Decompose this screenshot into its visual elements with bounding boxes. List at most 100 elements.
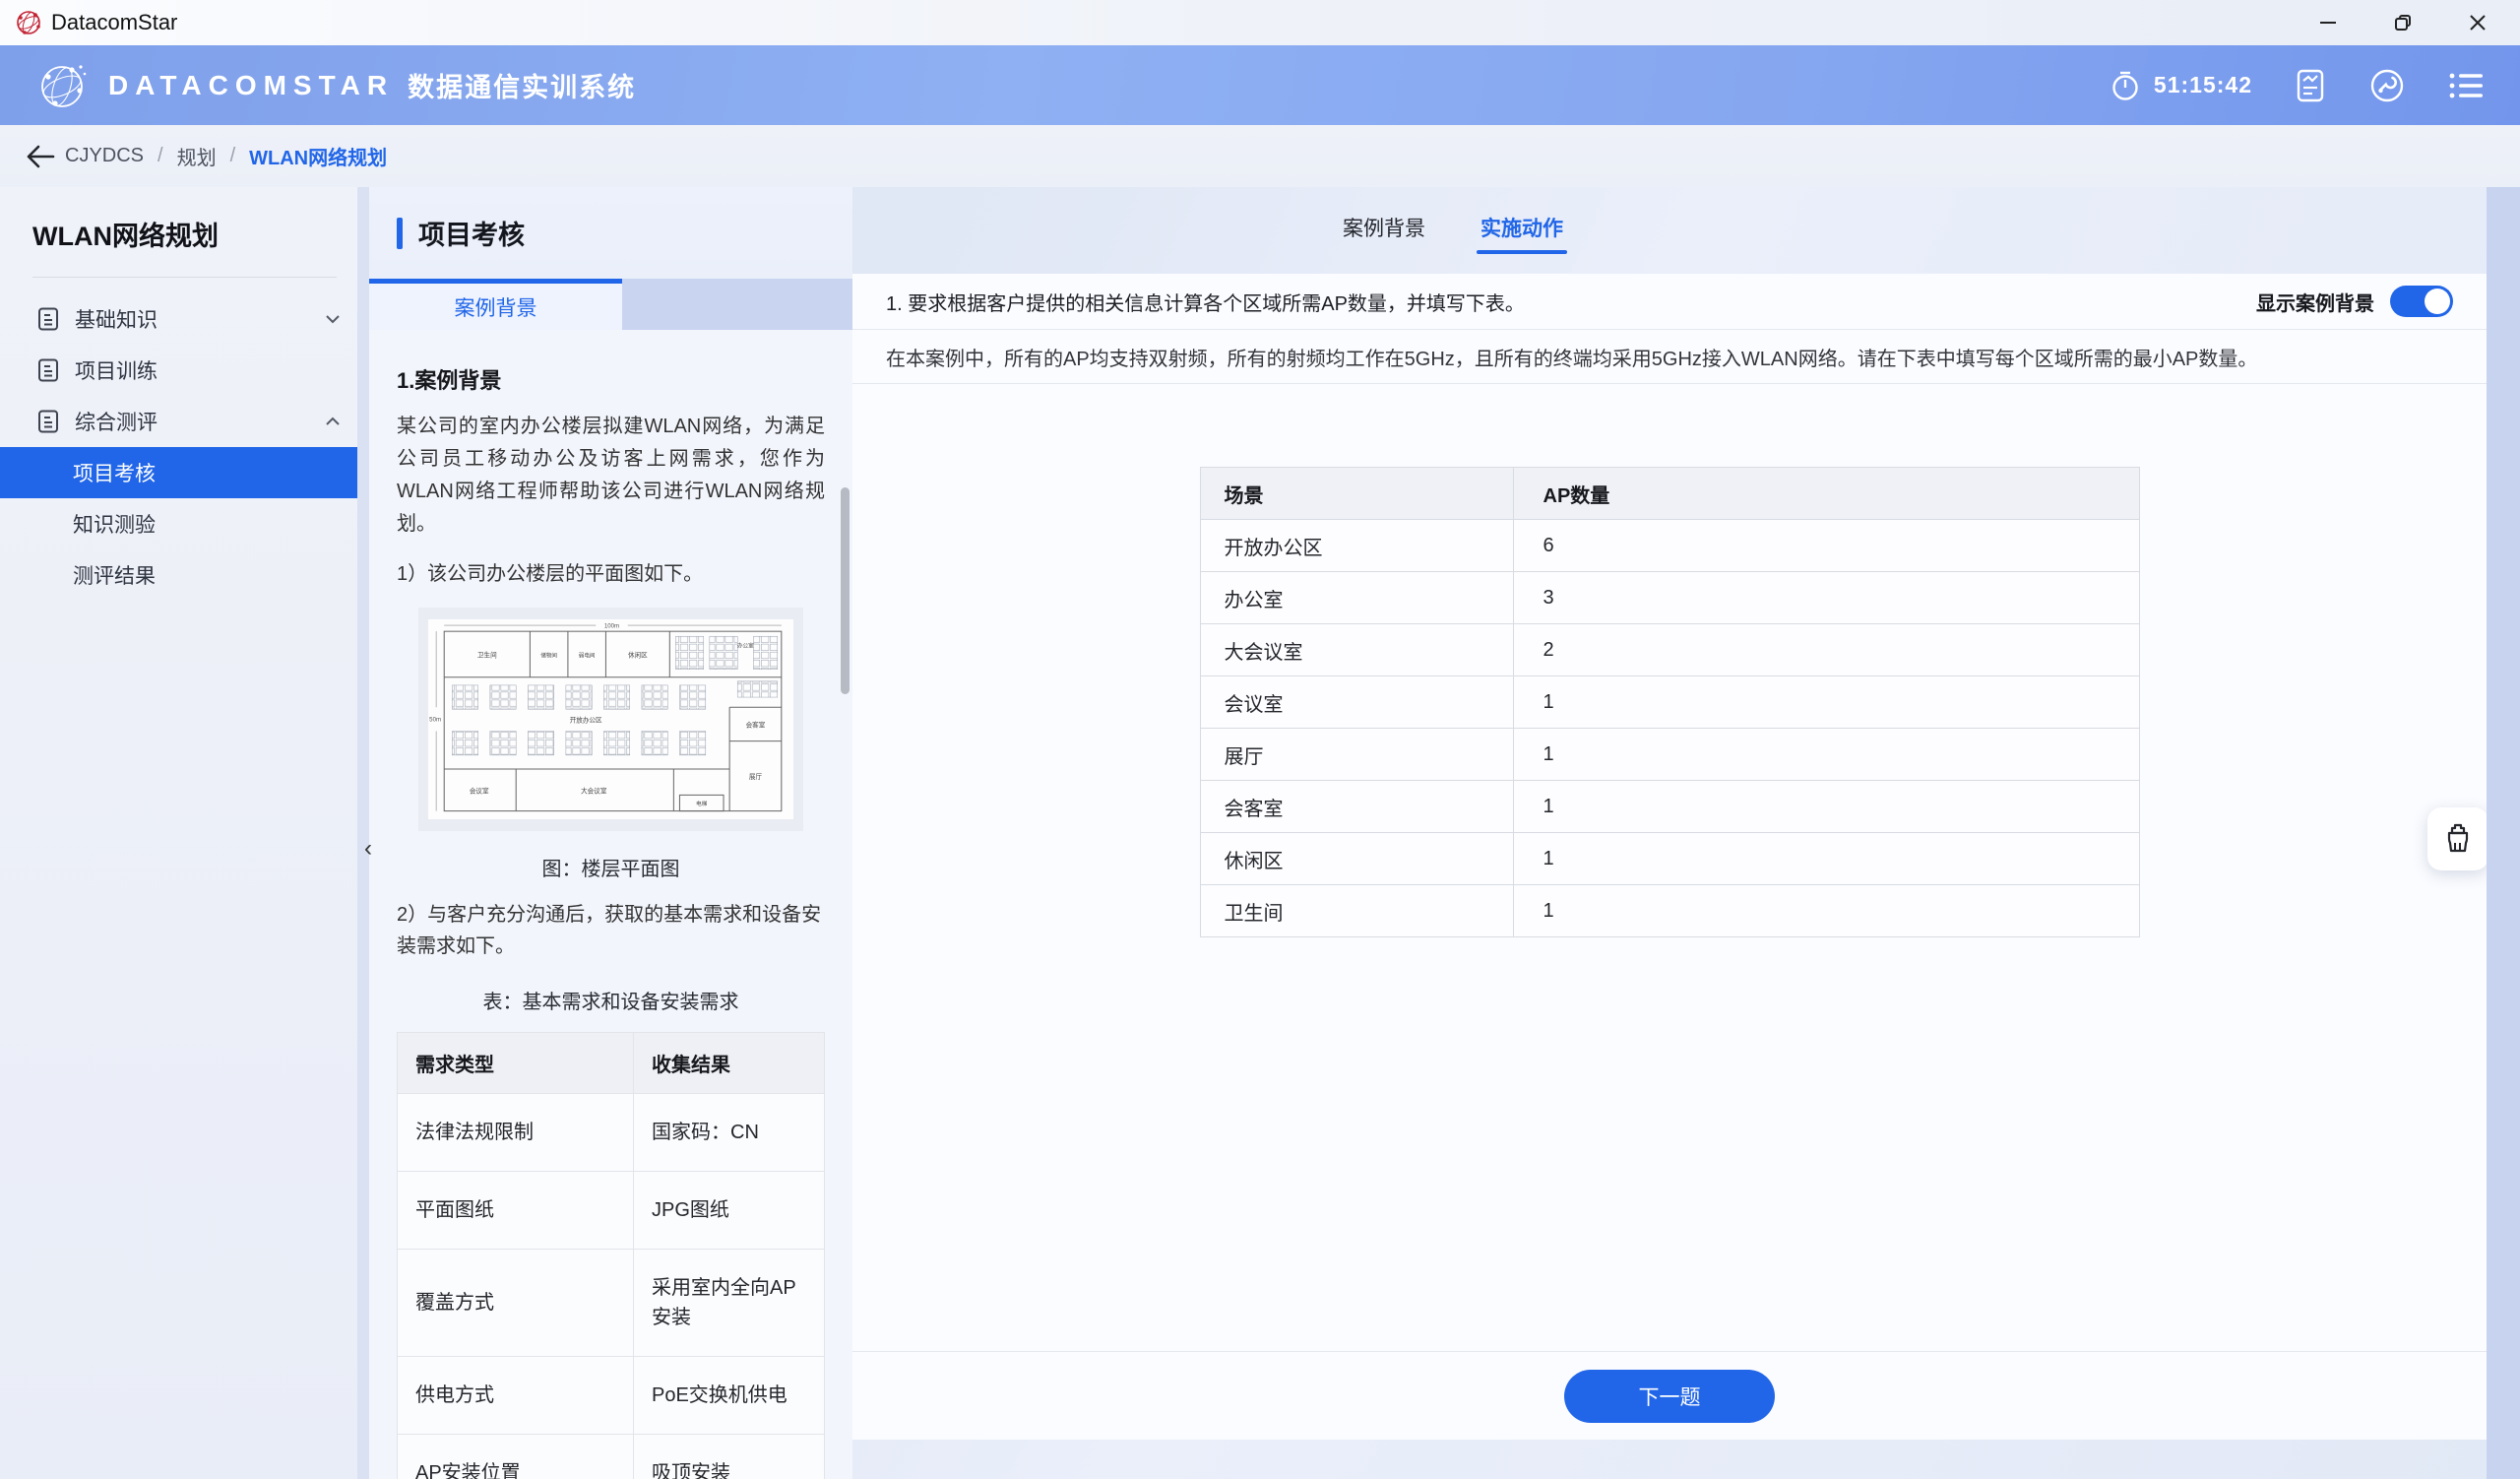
course-menu: 基础知识 项目训练 综合测评 [0,293,369,601]
sidebar-item-basics[interactable]: 基础知识 [0,293,369,345]
table-cell: 供电方式 [398,1356,634,1434]
close-button[interactable] [2449,3,2506,42]
table-row: 办公室3 [1200,572,2139,624]
table-cell: 休闲区 [1200,833,1513,885]
table-cell: 吸顶安装 [634,1434,825,1479]
menu-list-icon[interactable] [2447,70,2485,101]
sidebar-item-project-training[interactable]: 项目训练 [0,345,369,396]
broom-icon [2441,821,2475,857]
document-icon [35,409,61,434]
chevron-down-icon [322,308,344,330]
table-cell: 会议室 [1200,676,1513,729]
page-title: 项目考核 [418,214,525,252]
window-controls [2300,3,2506,42]
column-header-ap-count: AP数量 [1513,468,2139,520]
question-card: 1. 要求根据客户提供的相关信息计算各个区域所需AP数量，并填写下表。 显示案例… [852,274,2487,1440]
column-header: 需求类型 [398,1032,634,1093]
sidebar-item-project-assessment[interactable]: 项目考核 [0,447,369,498]
breadcrumb-section[interactable]: 规划 [177,142,217,170]
question-text: 1. 要求根据客户提供的相关信息计算各个区域所需AP数量，并填写下表。 [886,288,1525,316]
stopwatch-icon [2109,69,2142,102]
main-content: WLAN网络规划 基础知识 项目训练 [0,187,2520,1479]
table-row: 休闲区1 [1200,833,2139,885]
svg-text:储物间: 储物间 [540,652,557,660]
tools-icon[interactable] [2368,67,2406,104]
tab-case-background-exam[interactable]: 案例背景 [1343,213,1425,254]
tab-case-background[interactable]: 案例背景 [369,279,622,330]
restore-button[interactable] [2374,3,2431,42]
sidebar-item-label: 项目训练 [75,355,158,385]
exam-tabs: 案例背景 实施动作 [1343,213,1563,254]
breadcrumb: CJYDCS / 规划 / WLAN网络规划 [0,125,2520,187]
table-cell[interactable]: 1 [1513,676,2139,729]
table-row: AP安装位置吸顶安装 [398,1434,825,1479]
window-titlebar: DatacomStar [0,0,2520,45]
course-title: WLAN网络规划 [0,187,369,253]
document-icon [35,357,61,383]
table-cell[interactable]: 3 [1513,572,2139,624]
breadcrumb-separator: / [230,145,236,167]
minimize-button[interactable] [2300,3,2357,42]
requirements-table: 需求类型 收集结果 法律法规限制国家码：CN平面图纸JPG图纸覆盖方式采用室内全… [397,1032,825,1479]
table-cell: 采用室内全向AP安装 [634,1249,825,1356]
table-cell[interactable]: 2 [1513,624,2139,676]
table-cell: 办公室 [1200,572,1513,624]
requirements-table-caption: 表：基本需求和设备安装需求 [397,986,825,1014]
system-name: 数据通信实训系统 [408,66,636,104]
table-cell[interactable]: 6 [1513,520,2139,572]
table-cell: 覆盖方式 [398,1249,634,1356]
table-header-row: 场景 AP数量 [1200,468,2139,520]
table-cell: 会客室 [1200,781,1513,833]
collapse-panel-chevron[interactable]: ‹ [357,829,379,868]
svg-text:开放办公区: 开放办公区 [570,715,602,724]
case-panel-scrollbar[interactable] [841,487,850,694]
svg-text:会议室: 会议室 [470,786,489,795]
sidebar-item-knowledge-quiz[interactable]: 知识测验 [0,498,369,549]
floorplan-image: 100m 50m 卫生间 储物间 弱电间 休闲 [428,619,793,819]
next-question-button[interactable]: 下一题 [1564,1370,1775,1423]
sidebar-item-label: 综合测评 [75,407,158,436]
sub-item-label: 知识测验 [73,509,156,539]
table-cell: 开放办公区 [1200,520,1513,572]
svg-text:100m: 100m [604,623,619,630]
breadcrumb-current: WLAN网络规划 [249,142,387,170]
chevron-up-icon [322,411,344,432]
exam-timer: 51:15:42 [2109,69,2252,102]
header-toolbar: 51:15:42 [2109,67,2485,104]
table-row: 卫生间1 [1200,885,2139,937]
right-edge-strip [2487,187,2520,1479]
sidebar-item-label: 基础知识 [75,304,158,334]
svg-text:大会议室: 大会议室 [581,786,607,795]
svg-text:弱电间: 弱电间 [579,652,596,660]
sidebar-item-evaluation-results[interactable]: 测评结果 [0,549,369,601]
breadcrumb-root[interactable]: CJYDCS [65,145,144,167]
case-panel-tabs: 案例背景 [369,279,852,330]
tab-strip-filler [622,279,852,330]
accent-bar [397,218,403,249]
svg-text:电梯: 电梯 [696,800,708,807]
column-header: 收集结果 [634,1032,825,1093]
column-header-scene: 场景 [1200,468,1513,520]
table-row: 法律法规限制国家码：CN [398,1093,825,1171]
table-cell: 展厅 [1200,729,1513,781]
course-sidebar: WLAN网络规划 基础知识 项目训练 [0,187,369,1479]
table-cell: 国家码：CN [634,1093,825,1171]
sidebar-item-comprehensive-evaluation[interactable]: 综合测评 [0,396,369,447]
clean-tool-button[interactable] [2427,807,2488,870]
answer-table: 场景 AP数量 开放办公区6办公室3大会议室2会议室1展厅1会客室1休闲区1卫生… [1200,467,2140,937]
document-icon [35,306,61,332]
table-cell[interactable]: 1 [1513,885,2139,937]
back-arrow-icon[interactable] [26,144,55,169]
svg-text:50m: 50m [429,716,441,723]
toggle-knob [2425,289,2450,314]
table-cell: JPG图纸 [634,1171,825,1249]
table-cell[interactable]: 1 [1513,781,2139,833]
case-background-toggle[interactable] [2390,286,2453,317]
table-cell[interactable]: 1 [1513,833,2139,885]
table-cell: 平面图纸 [398,1171,634,1249]
tab-implementation-actions[interactable]: 实施动作 [1480,213,1563,254]
table-cell[interactable]: 1 [1513,729,2139,781]
breadcrumb-separator: / [158,145,163,167]
report-icon[interactable] [2294,68,2327,103]
svg-text:展厅: 展厅 [749,773,763,781]
